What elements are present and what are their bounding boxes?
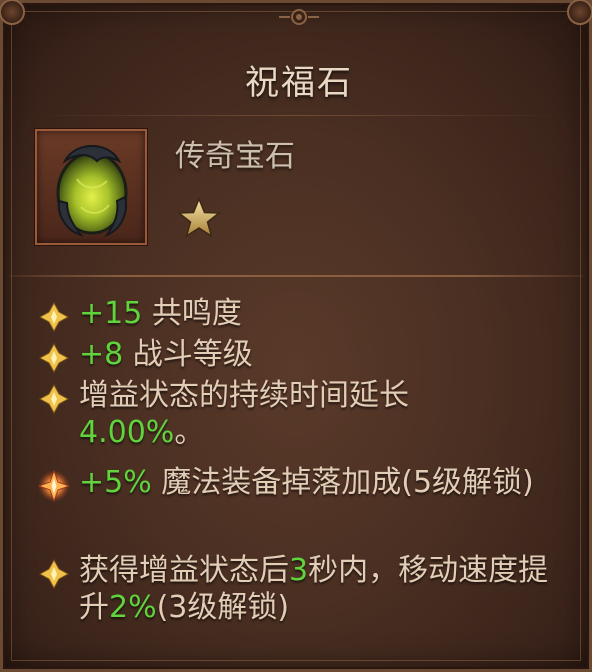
affix-prefix: 增益状态的持续时间延长	[79, 378, 409, 413]
gold-diamond-icon	[39, 559, 69, 589]
affix-text: 魔法装备掉落加成(5级解锁)	[151, 465, 534, 500]
orange-burst-icon	[37, 469, 71, 503]
affix-value: 3	[289, 553, 309, 588]
legendary-gem-icon	[56, 145, 128, 238]
affix-value-2: 2%	[109, 590, 157, 625]
affix-resonance: +15 共鸣度	[79, 295, 579, 332]
affix-value: 4.00%	[79, 415, 175, 450]
affix-combat-level: +8 战斗等级	[79, 336, 579, 373]
affix-buff-duration: 增益状态的持续时间延长4.00%。	[79, 377, 519, 451]
star-rating-icon	[177, 197, 221, 238]
corner-ornament-icon	[0, 0, 25, 25]
item-rarity: 传奇宝石	[175, 139, 295, 174]
corner-ornament-icon	[567, 0, 592, 25]
title-divider	[23, 115, 569, 116]
affix-value: +15	[79, 296, 143, 331]
affix-prefix: 获得增益状态后	[79, 553, 289, 588]
gem-icon-frame	[35, 129, 147, 245]
affix-value: +8	[79, 337, 124, 372]
gold-diamond-icon	[39, 343, 69, 373]
affix-suffix: (3级解锁)	[156, 590, 290, 625]
affix-suffix: 。	[174, 415, 205, 450]
affix-text: 战斗等级	[123, 337, 253, 372]
gold-diamond-icon	[39, 384, 69, 414]
affix-value: +5%	[79, 465, 152, 500]
affix-text: 共鸣度	[142, 296, 242, 331]
affix-magic-find: +5% 魔法装备掉落加成(5级解锁)	[79, 464, 559, 501]
gold-diamond-icon	[39, 302, 69, 332]
item-tooltip: 祝福石 传奇宝石 +15 共鸣度 +8 战斗等级 增益状态的持续时间延长4.00…	[0, 0, 592, 672]
affix-move-speed: 获得增益状态后3秒内，移动速度提升2%(3级解锁)	[79, 552, 549, 626]
section-divider	[3, 271, 589, 281]
item-name: 祝福石	[245, 63, 353, 103]
top-ornament-icon	[279, 9, 319, 25]
